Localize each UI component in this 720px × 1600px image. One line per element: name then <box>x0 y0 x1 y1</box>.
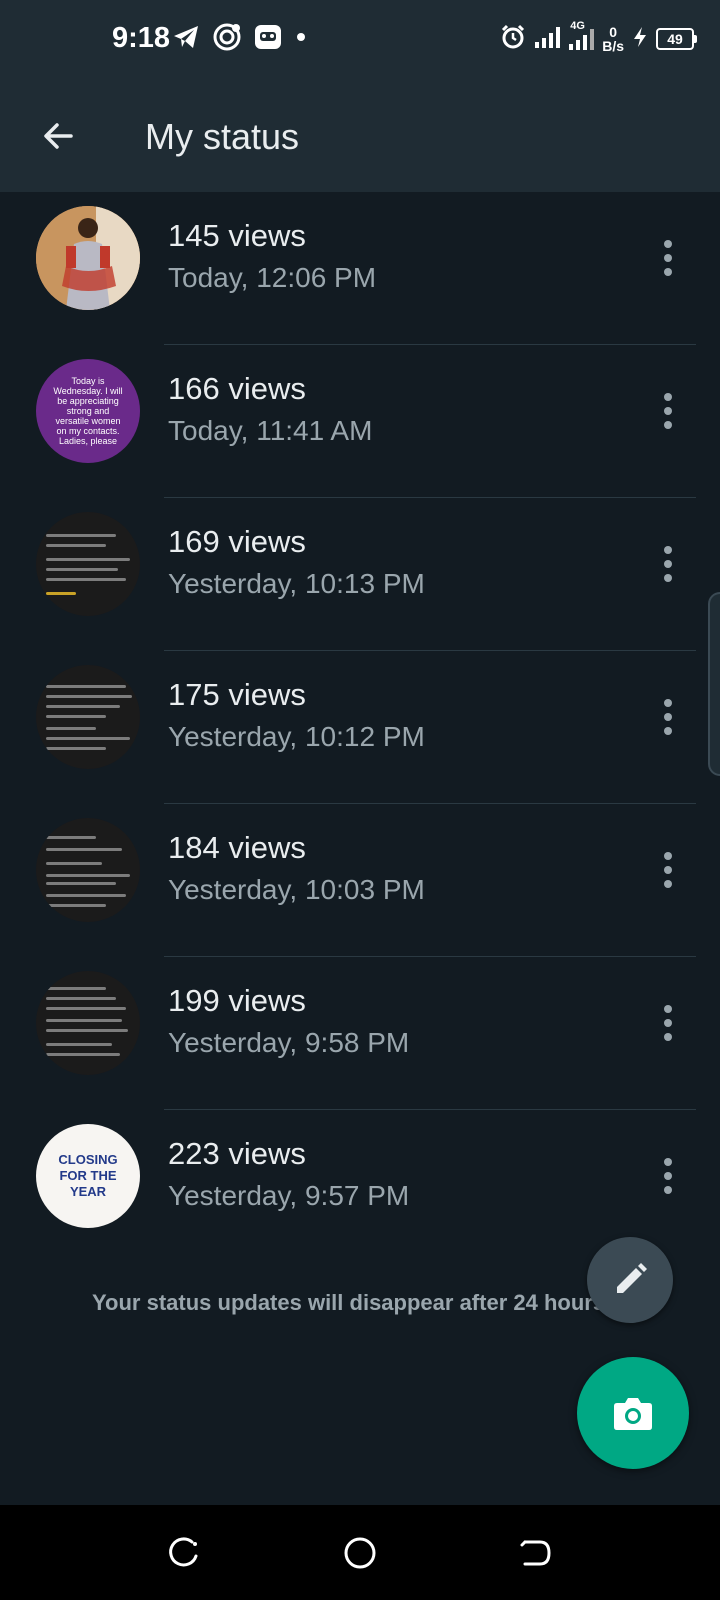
signal-icon <box>534 26 561 53</box>
system-navigation-bar <box>0 1505 720 1600</box>
back-button[interactable] <box>32 110 84 162</box>
status-time: Yesterday, 10:12 PM <box>168 721 425 752</box>
view-count: 166 views <box>168 371 306 406</box>
clock: 9:18 <box>112 22 171 54</box>
telegram-icon <box>172 24 200 55</box>
status-thumbnail[interactable] <box>36 665 140 769</box>
view-count: 199 views <box>168 983 306 1018</box>
pencil-icon <box>617 1263 647 1293</box>
status-item[interactable]: 199 views Yesterday, 9:58 PM <box>0 957 720 1110</box>
status-item[interactable]: 184 views Yesterday, 10:03 PM <box>0 804 720 957</box>
status-thumbnail[interactable] <box>36 206 140 310</box>
more-options-button[interactable] <box>648 1150 688 1202</box>
camera-icon <box>614 1398 652 1430</box>
more-options-button[interactable] <box>648 691 688 743</box>
view-count: 169 views <box>168 524 306 559</box>
status-time: Today, 12:06 PM <box>168 262 377 293</box>
back-icon <box>520 1540 551 1566</box>
view-count: 184 views <box>168 830 306 865</box>
app-bar: My status <box>0 80 720 192</box>
view-count: 223 views <box>168 1136 306 1171</box>
more-options-button[interactable] <box>648 232 688 284</box>
ring-app-icon <box>212 22 242 57</box>
network-type: 4G <box>570 20 585 32</box>
status-thumbnail[interactable] <box>36 512 140 616</box>
status-thumbnail[interactable]: CLOSING FOR THE YEAR <box>36 1124 140 1228</box>
camera-status-button[interactable] <box>577 1357 689 1469</box>
status-item[interactable]: 145 views Today, 12:06 PM <box>0 192 720 345</box>
more-options-button[interactable] <box>648 385 688 437</box>
home-button[interactable] <box>340 1533 380 1573</box>
net-speed: 0 B/s <box>602 24 624 54</box>
status-time: Yesterday, 10:03 PM <box>168 874 425 905</box>
status-item[interactable]: 175 views Yesterday, 10:12 PM <box>0 651 720 804</box>
status-thumbnail[interactable] <box>36 818 140 922</box>
arrow-back-icon <box>44 123 73 149</box>
status-item[interactable]: 169 views Yesterday, 10:13 PM <box>0 498 720 651</box>
more-options-button[interactable] <box>648 997 688 1049</box>
status-time: Today, 11:41 AM <box>168 415 373 446</box>
recents-button[interactable] <box>163 1533 203 1573</box>
status-item[interactable]: Today is Wednesday. I will be appreciati… <box>0 345 720 498</box>
view-count: 145 views <box>168 218 306 253</box>
back-nav-button[interactable] <box>515 1533 555 1573</box>
status-time: Yesterday, 9:58 PM <box>168 1027 410 1058</box>
page-title: My status <box>145 116 300 157</box>
system-status-bar: 9:18 4G 0 B/s 49 <box>0 0 720 80</box>
dot-icon <box>294 30 308 49</box>
status-time: Yesterday, 10:13 PM <box>168 568 425 599</box>
recents-icon <box>169 1537 198 1567</box>
more-options-button[interactable] <box>648 538 688 590</box>
edit-text-status-button[interactable] <box>587 1237 673 1323</box>
battery-indicator: 49 <box>656 28 697 50</box>
scrollbar-handle[interactable] <box>708 592 720 776</box>
alarm-icon <box>500 24 526 55</box>
status-list: 145 views Today, 12:06 PM Today is Wedne… <box>0 192 720 1263</box>
more-options-button[interactable] <box>648 844 688 896</box>
status-thumbnail[interactable] <box>36 971 140 1075</box>
status-time: Yesterday, 9:57 PM <box>168 1180 410 1211</box>
home-icon <box>344 1537 376 1569</box>
charging-icon <box>632 26 648 53</box>
game-controller-icon <box>254 24 282 55</box>
status-thumbnail[interactable]: Today is Wednesday. I will be appreciati… <box>36 359 140 463</box>
view-count: 175 views <box>168 677 306 712</box>
disappear-note: Your status updates will disappear after… <box>92 1290 606 1315</box>
